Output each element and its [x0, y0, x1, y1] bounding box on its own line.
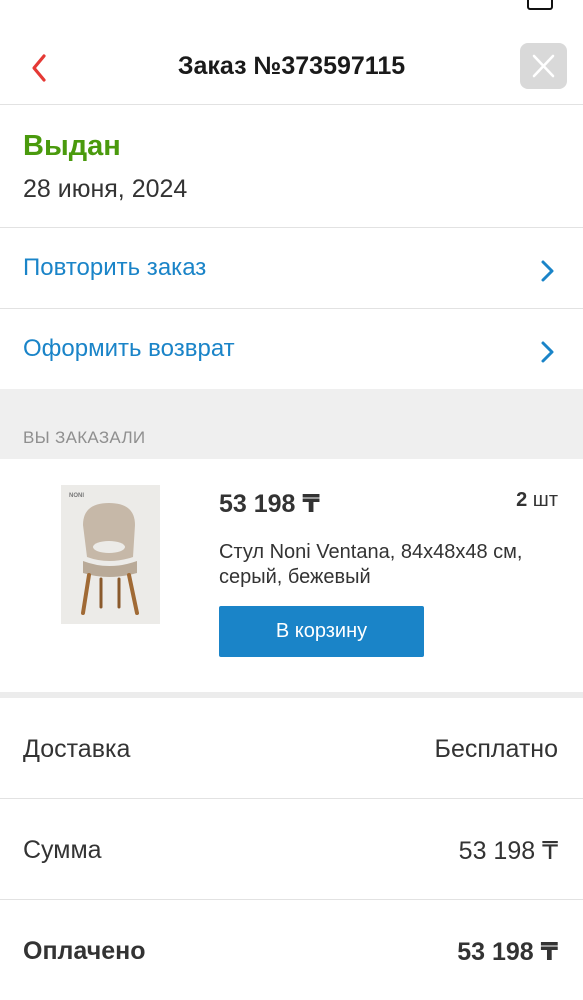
ordered-section-header: ВЫ ЗАКАЗАЛИ: [0, 389, 583, 459]
return-order-row[interactable]: Оформить возврат: [0, 309, 583, 390]
add-to-cart-button[interactable]: В корзину: [219, 606, 424, 657]
product-image[interactable]: NONI: [61, 485, 160, 624]
chevron-right-icon: [541, 260, 554, 282]
quantity-value: 2: [516, 489, 528, 511]
product-quantity: 2 шт: [516, 489, 558, 512]
paid-row: Оплачено 53 198 ₸: [0, 900, 583, 1000]
product-name[interactable]: Стул Noni Ventana, 84x48x48 см, серый, б…: [219, 540, 529, 590]
quantity-unit: шт: [532, 489, 558, 511]
repeat-order-label: Повторить заказ: [23, 254, 207, 281]
paid-value: 53 198 ₸: [457, 938, 558, 966]
order-status: Выдан: [23, 130, 121, 162]
delivery-label: Доставка: [23, 735, 131, 763]
section-caption: ВЫ ЗАКАЗАЛИ: [23, 428, 146, 447]
chevron-right-icon: [541, 341, 554, 363]
header: Заказ №373597115: [0, 30, 583, 105]
page-title: Заказ №373597115: [177, 52, 406, 80]
brand-logo-text: NONI: [69, 493, 84, 499]
close-button[interactable]: [520, 43, 567, 89]
chair-image: NONI: [61, 485, 160, 624]
delivery-row: Доставка Бесплатно: [0, 698, 583, 799]
order-status-block: Выдан 28 июня, 2024: [0, 105, 583, 228]
total-label: Сумма: [23, 836, 102, 864]
total-row: Сумма 53 198 ₸: [0, 799, 583, 900]
paid-label: Оплачено: [23, 937, 146, 965]
delivery-value: Бесплатно: [434, 735, 558, 763]
status-bar: [0, 0, 583, 14]
battery-icon: [527, 0, 553, 10]
product-card: NONI 53 198 ₸ 2 шт Стул Noni Ventana, 84…: [0, 460, 583, 692]
order-date: 28 июня, 2024: [23, 175, 188, 203]
repeat-order-row[interactable]: Повторить заказ: [0, 228, 583, 309]
return-order-label: Оформить возврат: [23, 335, 235, 362]
product-price: 53 198 ₸: [219, 490, 320, 518]
close-icon: [532, 54, 555, 78]
total-value: 53 198 ₸: [458, 837, 558, 865]
